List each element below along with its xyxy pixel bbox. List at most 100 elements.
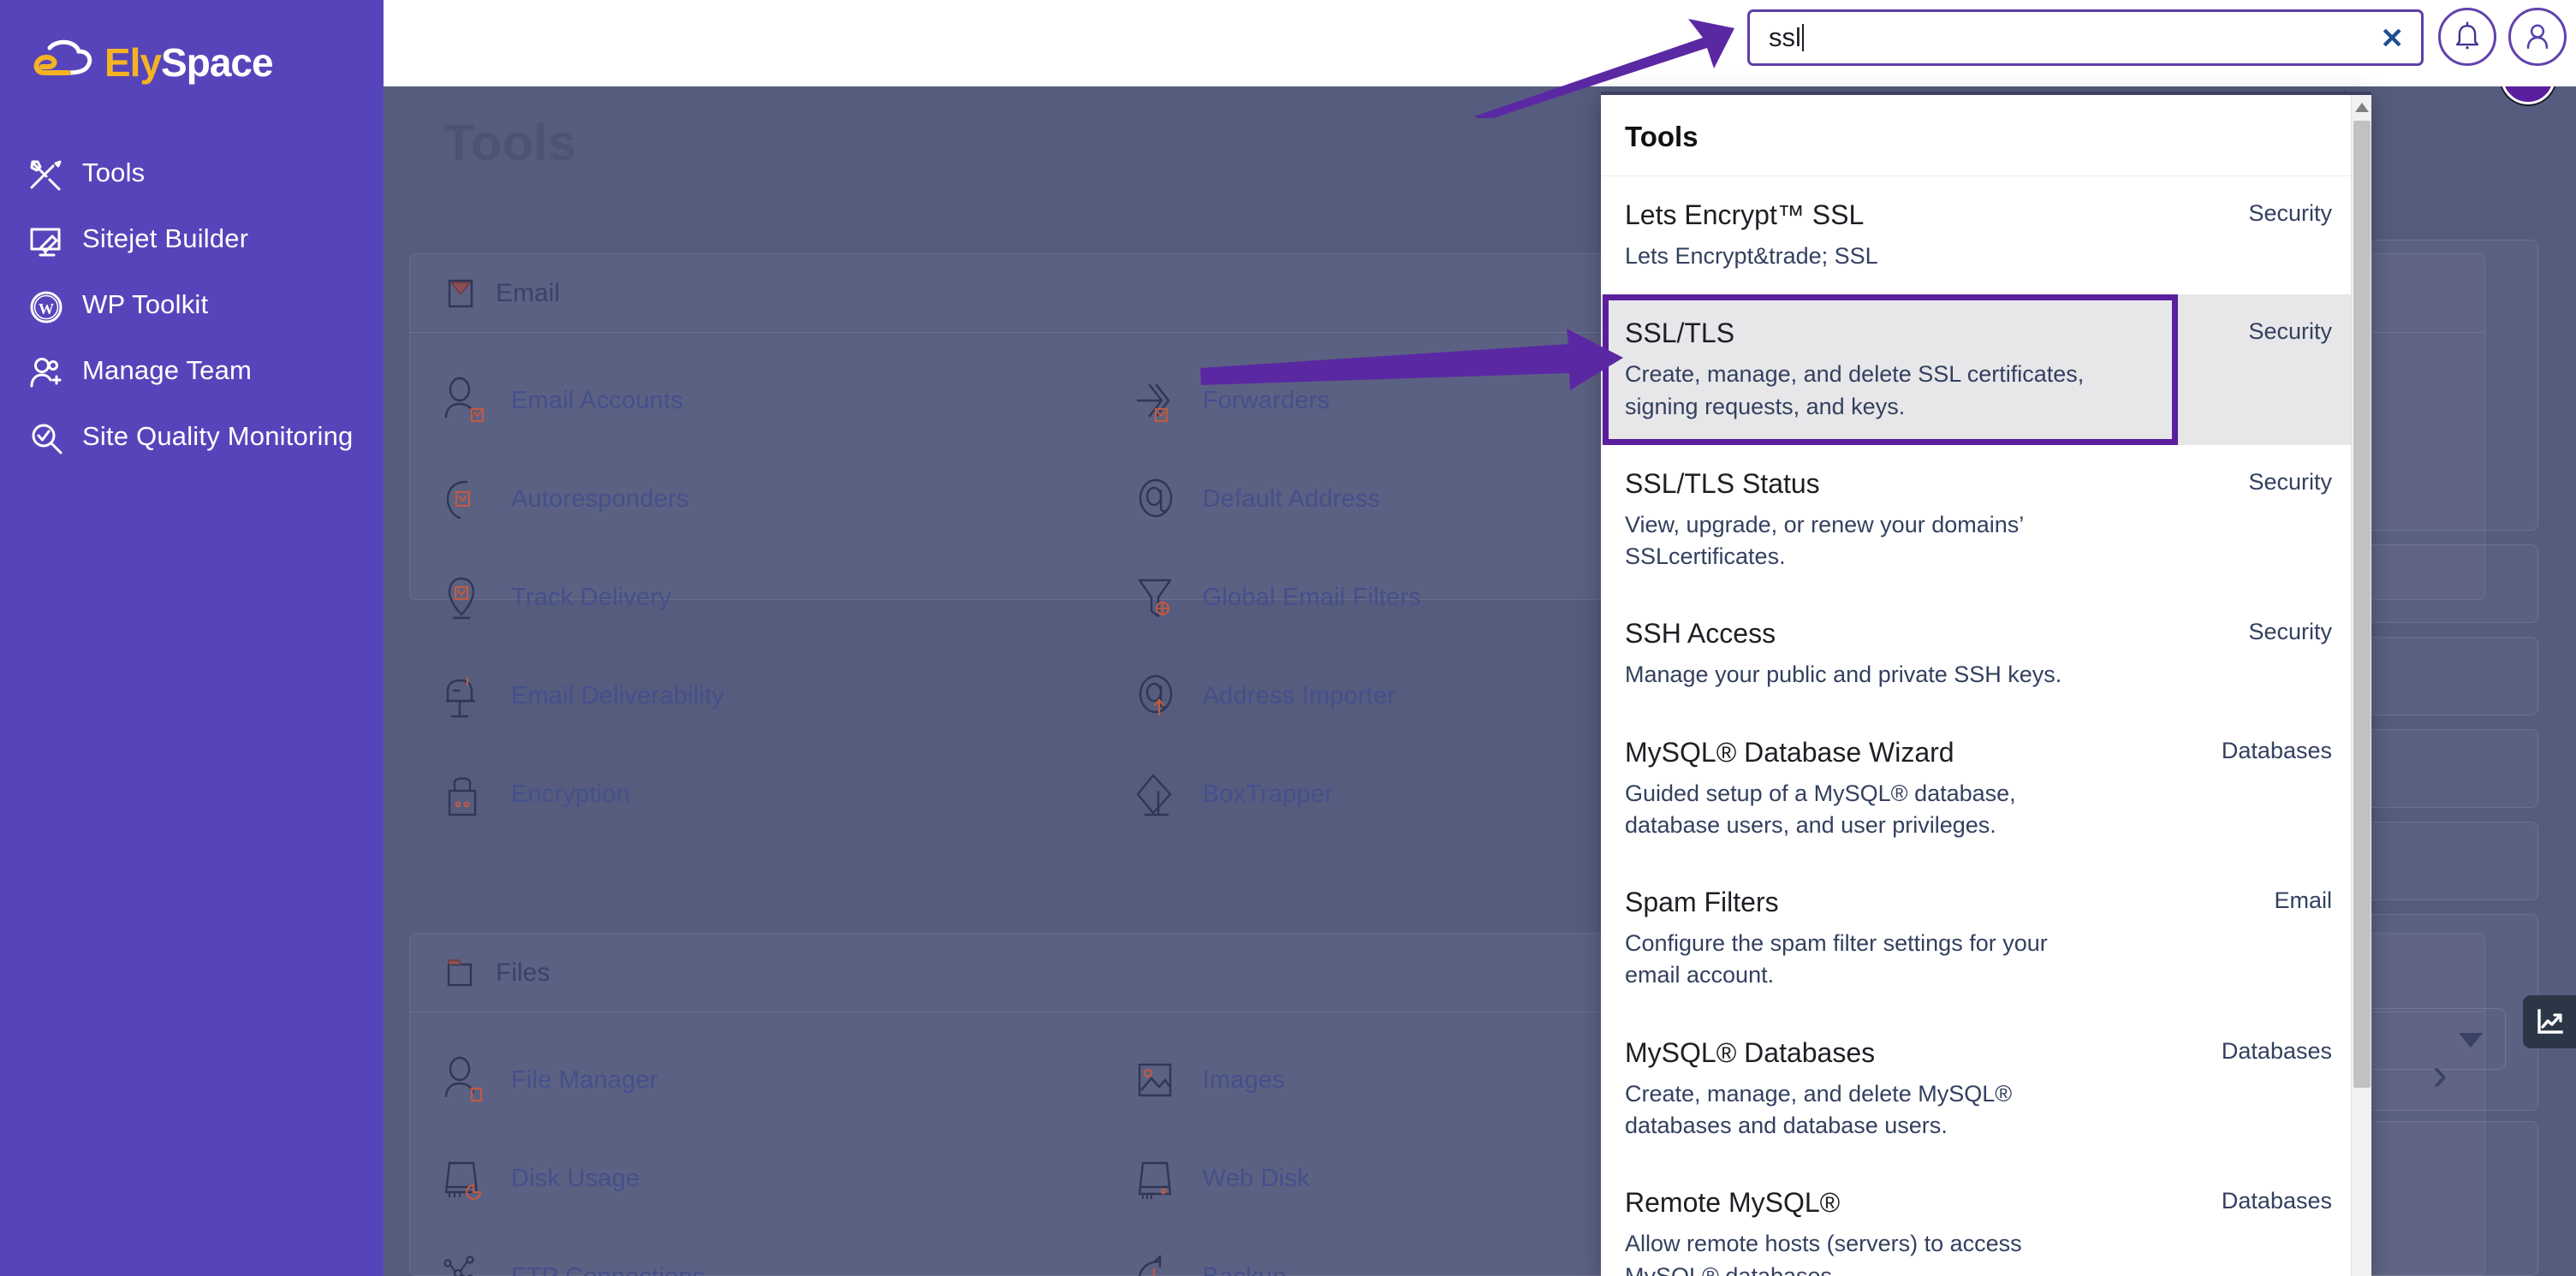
global-filter-icon [1138,579,1171,617]
tile-track-delivery[interactable]: Track Delivery [410,549,1102,647]
elyspace-cloud-icon [33,39,92,75]
track-delivery-icon [448,577,475,619]
search-input-value: ssl [1769,12,1804,63]
ftp-connections-icon: FTP [443,1255,474,1276]
chart-line-icon [2537,1009,2563,1034]
result-category: Security [2248,468,2332,495]
tile-label: Images [1202,1066,1285,1094]
search-results-list: Lets Encrypt™ SSL Lets Encrypt&trade; SS… [1601,176,2371,1276]
section-title-files: Files [496,958,550,987]
top-bar: ssl ✕ [384,0,2576,86]
file-manager-icon [444,1056,483,1101]
search-result-item[interactable]: Remote MySQL® Allow remote hosts (server… [1601,1164,2371,1276]
tile-email-deliverability[interactable]: Email Deliverability [410,647,1102,745]
search-input[interactable]: ssl ✕ [1747,9,2424,66]
result-description: Manage your public and private SSH keys. [1625,662,2062,688]
autoresponders-icon [446,480,471,519]
tile-label: Track Delivery [511,584,672,611]
search-result-item[interactable]: SSL/TLS Status View, upgrade, or renew y… [1601,445,2371,596]
search-results-dropdown: Tools Lets Encrypt™ SSL Lets Encrypt&tra… [1601,92,2371,1276]
search-result-item-selected[interactable]: SSL/TLS Create, manage, and delete SSL c… [1601,294,2371,445]
tile-label: Email Accounts [511,387,684,414]
tile-disk-usage[interactable]: Disk Usage [410,1130,1102,1228]
tile-ftp-connections[interactable]: FTP FTP Connections [410,1228,1102,1276]
result-category: Databases [2221,1188,2332,1214]
envelope-icon [448,279,473,307]
magnifier-check-icon [32,424,62,454]
user-add-icon [30,358,62,388]
result-title: SSH Access [1625,618,1776,650]
result-description: Create, manage, and delete SSL certifica… [1625,361,2085,419]
text-caret [1801,24,1804,51]
sidebar-item-manage-team[interactable]: Manage Team [27,353,370,392]
dropdown-scrollbar[interactable] [2351,95,2371,1276]
brand-text-space: Space [161,40,274,85]
sidebar-item-label: Manage Team [82,355,253,385]
scroll-up-arrow-icon[interactable] [2355,103,2369,112]
result-description: Configure the spam filter settings for y… [1625,930,2048,988]
account-button[interactable] [2508,8,2567,66]
sidebar-item-label: Tools [82,157,146,187]
sidebar-item-label: Site Quality Monitoring [82,421,354,451]
tile-label: Autoresponders [511,485,689,513]
tile-label: Global Email Filters [1202,584,1422,611]
app-root: ElySpace Tools Sitejet Builder W WP Tool… [0,0,2576,1276]
page-title: Tools [443,115,577,171]
mailbox-icon [446,676,475,717]
images-icon [1138,1063,1171,1096]
tile-label: BoxTrapper [1202,780,1334,808]
result-description: Allow remote hosts (servers) to access M… [1625,1231,2022,1276]
brand-logo-wordmark[interactable]: ElySpace [31,38,274,87]
monitor-pen-icon [30,228,61,257]
sidebar-item-label: Sitejet Builder [82,223,249,253]
tile-label: Default Address [1202,485,1381,513]
scrollbar-thumb[interactable] [2353,121,2371,1088]
result-title: SSL/TLS [1625,318,1735,349]
result-category: Security [2248,318,2332,345]
search-result-item[interactable]: Lets Encrypt™ SSL Lets Encrypt&trade; SS… [1601,176,2371,294]
search-text: ssl [1769,22,1801,52]
search-result-item[interactable]: MySQL® Databases Create, manage, and del… [1601,1014,2371,1165]
result-description: Lets Encrypt&trade; SSL [1625,243,1878,270]
stats-panel-toggle[interactable] [2523,995,2576,1048]
search-result-item[interactable]: SSH Access Manage your public and privat… [1601,595,2371,713]
sidebar-item-wp-toolkit[interactable]: W WP Toolkit [27,288,370,326]
web-disk-icon [1138,1161,1171,1199]
result-category: Email [2274,887,2332,914]
tile-autoresponders[interactable]: Autoresponders [410,450,1102,549]
notifications-button[interactable] [2438,8,2496,66]
search-results-header: Tools [1601,95,2371,176]
lock-icon [448,776,477,816]
clear-search-button[interactable]: ✕ [2380,12,2404,63]
wordpress-icon: W [30,291,62,323]
chevron-right-icon[interactable]: › [2432,1051,2448,1097]
email-accounts-icon [444,377,485,422]
search-container: ssl ✕ [1747,9,2424,66]
backup-icon [1138,1255,1161,1276]
forwarders-icon [1136,383,1170,422]
folder-icon [447,958,473,986]
chevron-down-icon [2459,1033,2483,1048]
result-category: Databases [2221,1037,2332,1064]
tile-encryption[interactable]: Encryption [410,745,1102,844]
tile-email-accounts[interactable]: Email Accounts [410,352,1102,450]
disk-usage-icon [444,1161,482,1200]
tile-file-manager[interactable]: File Manager [410,1031,1102,1130]
result-title: Lets Encrypt™ SSL [1625,199,1865,230]
tile-label: Email Deliverability [511,682,724,709]
sidebar-item-sitejet-builder[interactable]: Sitejet Builder [27,222,370,260]
at-sign-icon [1139,478,1172,517]
result-description: Guided setup of a MySQL® database, datab… [1625,780,2016,838]
sidebar-item-tools[interactable]: Tools [27,156,370,194]
user-icon [2526,24,2549,50]
boxtrapper-icon [1136,774,1171,816]
address-importer-icon [1139,674,1172,715]
section-title-email: Email [496,278,561,307]
brand-wordmark: ElySpace [104,40,274,85]
sidebar-item-site-quality-monitoring[interactable]: Site Quality Monitoring [27,419,370,458]
search-result-item[interactable]: MySQL® Database Wizard Guided setup of a… [1601,714,2371,864]
tile-label: Backup [1203,1263,1287,1276]
search-result-item[interactable]: Spam Filters Configure the spam filter s… [1601,864,2371,1014]
tile-label: Disk Usage [511,1165,640,1192]
result-description: View, upgrade, or renew your domains’ SS… [1625,511,2024,570]
